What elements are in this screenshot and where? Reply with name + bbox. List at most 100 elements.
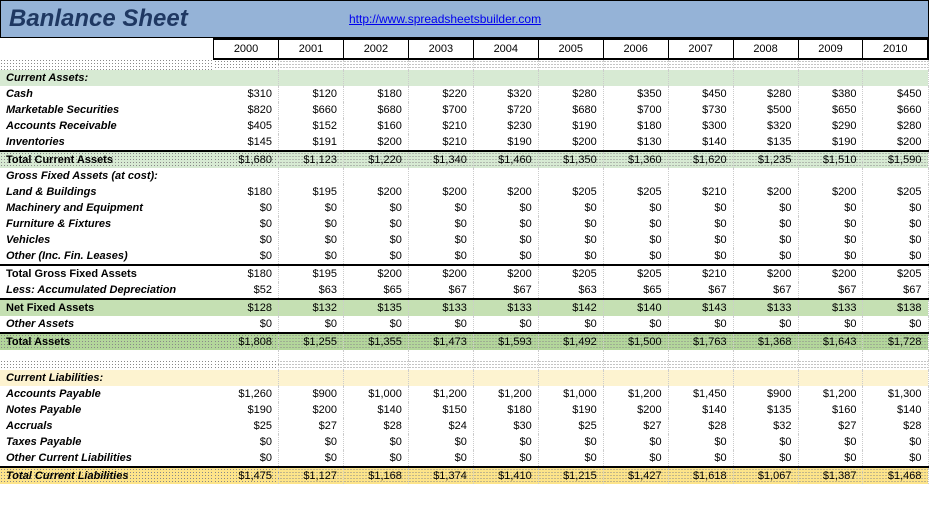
cell: $67 [408, 282, 473, 299]
cell: $730 [668, 102, 733, 118]
section-row: Current Liabilities: [0, 370, 928, 386]
cell: $133 [473, 299, 538, 316]
cell: $0 [408, 248, 473, 265]
row-label: Less: Accumulated Depreciation [0, 282, 214, 299]
cell: $660 [863, 102, 928, 118]
cell: $0 [214, 216, 279, 232]
cell: $1,387 [798, 467, 863, 484]
cell: $0 [798, 200, 863, 216]
table-row: Other Assets$0$0$0$0$0$0$0$0$0$0$0 [0, 316, 928, 333]
cell: $1,618 [668, 467, 733, 484]
cell: $0 [279, 232, 344, 248]
cell: $0 [603, 232, 668, 248]
cell: $190 [214, 402, 279, 418]
cell: $0 [538, 216, 603, 232]
row-label: Other (Inc. Fin. Leases) [0, 248, 214, 265]
cell: $142 [538, 299, 603, 316]
cell: $1,368 [733, 333, 798, 350]
table-row: Other Current Liabilities$0$0$0$0$0$0$0$… [0, 450, 928, 467]
cell: $67 [733, 282, 798, 299]
cell: $0 [538, 450, 603, 467]
cell: $65 [603, 282, 668, 299]
cell: $0 [408, 434, 473, 450]
cell: $680 [343, 102, 408, 118]
cell: $0 [863, 232, 928, 248]
row-label: Furniture & Fixtures [0, 216, 214, 232]
builder-link[interactable]: http://www.spreadsheetsbuilder.com [349, 12, 541, 26]
cell: $0 [408, 216, 473, 232]
cell: $27 [603, 418, 668, 434]
row-label: Notes Payable [0, 402, 214, 418]
cell: $63 [279, 282, 344, 299]
cell: $1,468 [863, 467, 928, 484]
cell: $138 [863, 299, 928, 316]
cell: $128 [214, 299, 279, 316]
cell: $145 [214, 134, 279, 151]
cell: $1,255 [279, 333, 344, 350]
cell: $205 [538, 184, 603, 200]
cell: $190 [538, 118, 603, 134]
cell: $1,200 [408, 386, 473, 402]
year-header: 2005 [538, 39, 603, 59]
cell: $0 [668, 248, 733, 265]
cell: $180 [214, 184, 279, 200]
cell: $0 [668, 316, 733, 333]
year-header: 2009 [798, 39, 863, 59]
cell: $680 [538, 102, 603, 118]
cell: $0 [668, 216, 733, 232]
cell: $0 [538, 434, 603, 450]
cell: $0 [863, 216, 928, 232]
cell: $0 [343, 200, 408, 216]
cell: $900 [733, 386, 798, 402]
cell: $0 [408, 316, 473, 333]
cell: $350 [603, 86, 668, 102]
cell: $1,200 [473, 386, 538, 402]
cell: $200 [603, 402, 668, 418]
cell: $1,000 [538, 386, 603, 402]
table-row: Land & Buildings$180$195$200$200$200$205… [0, 184, 928, 200]
cell: $1,350 [538, 151, 603, 168]
cell: $0 [214, 232, 279, 248]
cell: $27 [798, 418, 863, 434]
cell: $200 [733, 184, 798, 200]
table-row: Inventories$145$191$200$210$190$200$130$… [0, 134, 928, 151]
cell: $67 [798, 282, 863, 299]
cell: $24 [408, 418, 473, 434]
cell: $210 [408, 118, 473, 134]
cell: $405 [214, 118, 279, 134]
cell: $0 [408, 450, 473, 467]
cell: $0 [668, 434, 733, 450]
row-label: Inventories [0, 134, 214, 151]
cell: $133 [408, 299, 473, 316]
cell: $28 [668, 418, 733, 434]
row-label: Other Current Liabilities [0, 450, 214, 467]
cell: $700 [603, 102, 668, 118]
table-row: Cash$310$120$180$220$320$280$350$450$280… [0, 86, 928, 102]
cell: $300 [668, 118, 733, 134]
year-header: 2007 [668, 39, 733, 59]
cell: $1,450 [668, 386, 733, 402]
cell: $200 [408, 184, 473, 200]
cell: $180 [343, 86, 408, 102]
cell: $0 [279, 450, 344, 467]
cell: $0 [668, 450, 733, 467]
cell: $820 [214, 102, 279, 118]
cell: $1,260 [214, 386, 279, 402]
cell: $0 [473, 232, 538, 248]
cell: $0 [603, 450, 668, 467]
cell: $1,510 [798, 151, 863, 168]
cell: $280 [863, 118, 928, 134]
cell: $0 [863, 434, 928, 450]
cell: $1,200 [603, 386, 668, 402]
cell: $1,340 [408, 151, 473, 168]
cell: $140 [603, 299, 668, 316]
table-row: Other (Inc. Fin. Leases)$0$0$0$0$0$0$0$0… [0, 248, 928, 265]
cell: $200 [798, 265, 863, 282]
cell: $28 [863, 418, 928, 434]
cell: $205 [863, 265, 928, 282]
cell: $200 [798, 184, 863, 200]
cell: $25 [538, 418, 603, 434]
cell: $1,643 [798, 333, 863, 350]
cell: $0 [214, 248, 279, 265]
cell: $280 [733, 86, 798, 102]
